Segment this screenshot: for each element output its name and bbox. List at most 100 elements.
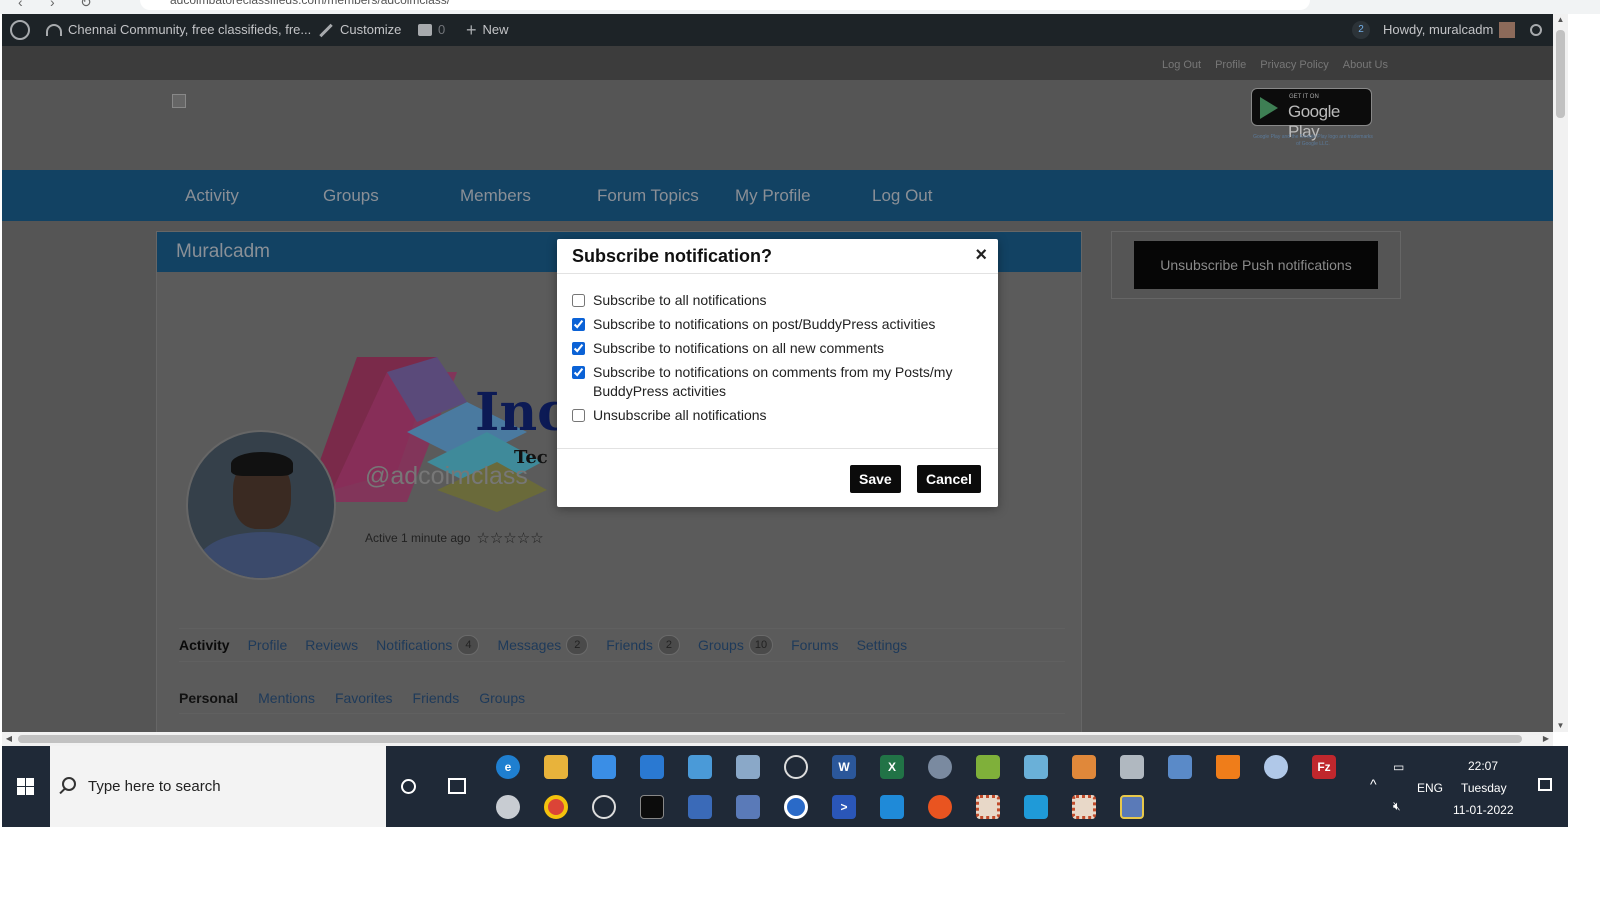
- remote-desktop-icon[interactable]: [736, 795, 760, 819]
- google-play-badge[interactable]: GET IT ON Google Play: [1251, 88, 1372, 141]
- puzzle-icon[interactable]: [976, 795, 1000, 819]
- scroll-down-icon[interactable]: ▼: [1553, 720, 1568, 732]
- clock-time[interactable]: 22:07: [1468, 759, 1498, 773]
- back-icon[interactable]: ‹: [18, 0, 23, 10]
- option-post-activities[interactable]: Subscribe to notifications on post/Buddy…: [572, 315, 982, 334]
- scroll-up-icon[interactable]: ▲: [1553, 14, 1568, 26]
- subtab-personal[interactable]: Personal: [179, 690, 238, 706]
- option-subscribe-all[interactable]: Subscribe to all notifications: [572, 291, 982, 310]
- action-center-icon[interactable]: [1538, 778, 1552, 791]
- subtab-groups[interactable]: Groups: [479, 690, 525, 706]
- top-link-profile[interactable]: Profile: [1215, 59, 1246, 71]
- tab-activity[interactable]: Activity: [179, 637, 230, 653]
- reload-icon[interactable]: ↻: [80, 0, 92, 11]
- tab-settings[interactable]: Settings: [857, 637, 908, 653]
- terminal-icon[interactable]: [640, 795, 664, 819]
- satellite-icon[interactable]: [592, 795, 616, 819]
- subtab-mentions[interactable]: Mentions: [258, 690, 315, 706]
- nav-my-profile[interactable]: My Profile: [735, 170, 811, 221]
- settings-icon[interactable]: [784, 755, 808, 779]
- option-unsubscribe-all[interactable]: Unsubscribe all notifications: [572, 406, 982, 425]
- vlc-icon[interactable]: [1216, 755, 1240, 779]
- start-button[interactable]: [2, 746, 49, 827]
- nav-forum-topics[interactable]: Forum Topics: [597, 170, 699, 221]
- network-status-icon[interactable]: ▭: [1393, 760, 1404, 774]
- ubuntu-icon[interactable]: [928, 795, 952, 819]
- nav-activity[interactable]: Activity: [185, 170, 239, 221]
- task-view-icon[interactable]: [448, 778, 466, 794]
- new-content-link[interactable]: + New: [466, 14, 509, 46]
- cortana-icon[interactable]: [401, 779, 416, 794]
- sandbox-icon[interactable]: [1024, 795, 1048, 819]
- paint-icon[interactable]: [1264, 755, 1288, 779]
- horizontal-scroll-thumb[interactable]: [18, 735, 1522, 743]
- option-new-comments[interactable]: Subscribe to notifications on all new co…: [572, 339, 982, 358]
- tab-reviews[interactable]: Reviews: [305, 637, 358, 653]
- tab-friends[interactable]: Friends 2: [606, 635, 680, 655]
- tab-profile[interactable]: Profile: [248, 637, 288, 653]
- edge-icon[interactable]: e: [496, 755, 520, 779]
- vscode-icon[interactable]: [880, 795, 904, 819]
- top-link-logout[interactable]: Log Out: [1162, 59, 1201, 71]
- nav-members[interactable]: Members: [460, 170, 531, 221]
- subtab-friends[interactable]: Friends: [413, 690, 460, 706]
- checkbox-post-activities[interactable]: [572, 318, 585, 331]
- broken-logo-image[interactable]: [172, 94, 186, 108]
- store-icon[interactable]: [592, 755, 616, 779]
- puzzle2-icon[interactable]: [1072, 795, 1096, 819]
- forward-icon[interactable]: ›: [50, 0, 55, 10]
- comments-link[interactable]: 0: [418, 14, 445, 46]
- cancel-button[interactable]: Cancel: [917, 465, 981, 493]
- option-comments-on-my-posts[interactable]: Subscribe to notifications on comments f…: [572, 363, 982, 401]
- nav-logout[interactable]: Log Out: [872, 170, 933, 221]
- subtab-favorites[interactable]: Favorites: [335, 690, 393, 706]
- muted-speaker-icon[interactable]: 🔇︎: [1393, 799, 1401, 814]
- customize-link[interactable]: Customize: [318, 14, 401, 46]
- vertical-scrollbar[interactable]: ▲ ▼: [1553, 14, 1568, 732]
- notifications-link[interactable]: 2: [1352, 14, 1370, 46]
- star-rating[interactable]: ☆☆☆☆☆: [476, 529, 543, 547]
- services-icon[interactable]: [928, 755, 952, 779]
- checkbox-comments-on-my-posts[interactable]: [572, 366, 585, 379]
- file-explorer-icon[interactable]: [544, 755, 568, 779]
- notes-icon[interactable]: [1024, 755, 1048, 779]
- checkbox-subscribe-all[interactable]: [572, 294, 585, 307]
- control-panel-icon[interactable]: [688, 755, 712, 779]
- powershell-icon[interactable]: >: [832, 795, 856, 819]
- mail-icon[interactable]: [640, 755, 664, 779]
- profile-avatar[interactable]: [186, 430, 336, 580]
- app-w-icon[interactable]: [784, 795, 808, 819]
- disk-icon[interactable]: [496, 795, 520, 819]
- network-config-icon[interactable]: [1120, 795, 1144, 819]
- media-player-icon[interactable]: [1072, 755, 1096, 779]
- language-indicator[interactable]: ENG: [1417, 781, 1443, 795]
- notepad-icon[interactable]: [976, 755, 1000, 779]
- scroll-left-icon[interactable]: ◀: [2, 732, 16, 746]
- vertical-scroll-thumb[interactable]: [1556, 30, 1565, 118]
- search-icon[interactable]: [1530, 14, 1542, 46]
- unsubscribe-push-button[interactable]: Unsubscribe Push notifications: [1134, 241, 1378, 289]
- excel-icon[interactable]: X: [880, 755, 904, 779]
- window-icon[interactable]: [688, 795, 712, 819]
- scanner-icon[interactable]: [1120, 755, 1144, 779]
- tab-groups[interactable]: Groups 10: [698, 635, 774, 655]
- calculator-icon[interactable]: [1168, 755, 1192, 779]
- word-icon[interactable]: W: [832, 755, 856, 779]
- checkbox-unsubscribe-all[interactable]: [572, 409, 585, 422]
- taskbar-search[interactable]: Type here to search: [50, 746, 386, 827]
- tab-messages[interactable]: Messages 2: [497, 635, 589, 655]
- save-button[interactable]: Save: [850, 465, 901, 493]
- tab-forums[interactable]: Forums: [791, 637, 838, 653]
- close-icon[interactable]: ×: [975, 245, 987, 265]
- wp-logo-icon[interactable]: [10, 14, 30, 46]
- my-account-link[interactable]: Howdy, muralcadm: [1383, 14, 1516, 46]
- nav-groups[interactable]: Groups: [323, 170, 379, 221]
- top-link-about[interactable]: About Us: [1343, 59, 1388, 71]
- tab-notifications[interactable]: Notifications 4: [376, 635, 480, 655]
- chevron-up-icon[interactable]: ^: [1370, 776, 1377, 792]
- filezilla-icon[interactable]: Fz: [1312, 755, 1336, 779]
- clock-day[interactable]: Tuesday: [1461, 781, 1507, 795]
- top-link-privacy[interactable]: Privacy Policy: [1260, 59, 1328, 71]
- checkbox-new-comments[interactable]: [572, 342, 585, 355]
- clock-date[interactable]: 11-01-2022: [1453, 803, 1514, 817]
